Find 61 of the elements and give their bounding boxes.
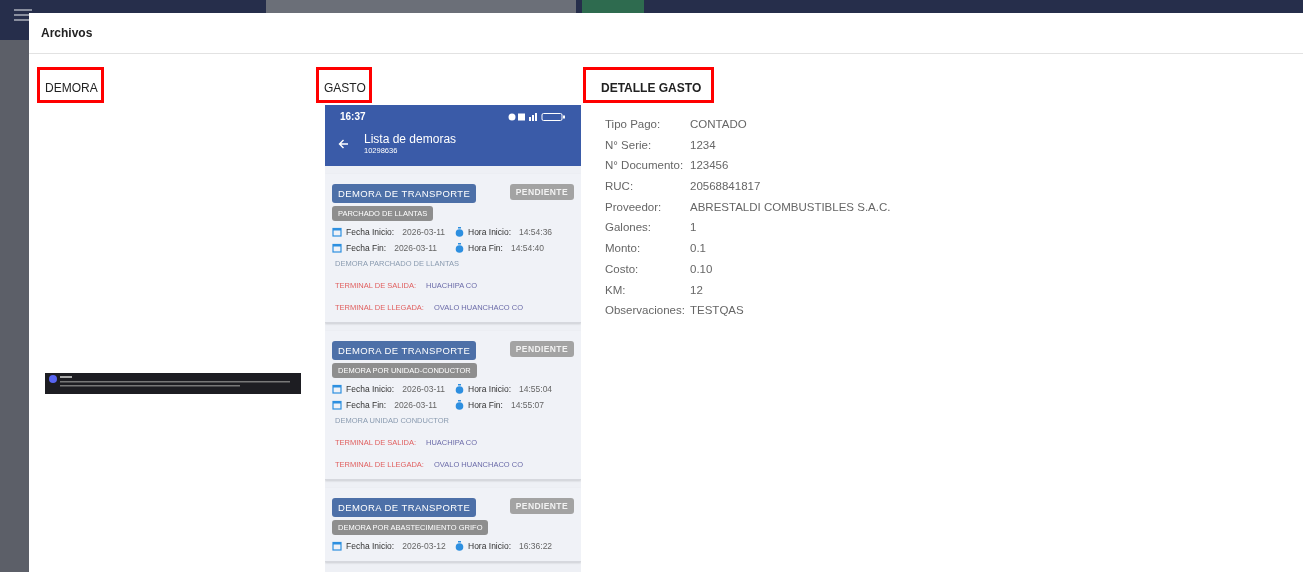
field-value: 14:55:04 — [519, 384, 553, 394]
calendar-icon — [332, 227, 342, 237]
field-label: Tipo Pago: — [605, 118, 662, 130]
calendar-icon — [332, 243, 342, 253]
field-label: N° Documento: — [605, 159, 685, 172]
stopwatch-icon — [455, 384, 464, 394]
type-button[interactable]: DEMORA DE TRANSPORTE — [332, 498, 477, 517]
stopwatch-icon — [455, 243, 464, 253]
field-label: KM: — [605, 283, 627, 296]
section-heading: GASTO — [316, 67, 372, 103]
dialog-title: Archivos — [41, 26, 93, 40]
status-icons — [508, 112, 566, 121]
field-value: 123456 — [690, 159, 730, 172]
field-label: Fecha Inicio: — [346, 227, 395, 237]
field-label: Fecha Inicio: — [346, 541, 395, 551]
field-value: TESTQAS — [690, 304, 745, 317]
field-label: Galones: — [605, 221, 653, 234]
field-value: 2026-03-11 — [394, 243, 437, 253]
section-heading: DEMORA — [37, 67, 104, 103]
field-label: Hora Inicio: — [468, 541, 511, 551]
field-value: 12 — [690, 283, 704, 296]
field-value: ABRESTALDI COMBUSTIBLES S.A.C. — [690, 200, 892, 213]
type-button[interactable]: DEMORA DE TRANSPORTE — [332, 341, 477, 360]
field-value: 14:54:36 — [519, 227, 553, 237]
field-label: Monto: — [605, 242, 642, 255]
field-value: 0.1 — [690, 242, 707, 255]
field-label: RUC: — [605, 180, 635, 193]
field-label: Fecha Fin: — [346, 400, 387, 410]
stopwatch-icon — [455, 541, 464, 551]
field-value: 2026-03-11 — [402, 384, 446, 394]
field-value: 14:54:40 — [510, 243, 545, 253]
field-value: 1234 — [690, 138, 717, 151]
stopwatch-icon — [455, 400, 464, 410]
calendar-icon — [332, 384, 342, 394]
field-value: 1 — [690, 221, 698, 234]
screen-title: Lista de demoras — [364, 132, 457, 146]
status-time: 16:37 — [340, 111, 366, 122]
stopwatch-icon — [455, 227, 464, 237]
field-label: Proveedor: — [605, 200, 663, 213]
field-label: Fecha Fin: — [346, 243, 387, 253]
back-arrow-icon[interactable] — [338, 138, 349, 149]
calendar-icon — [332, 541, 342, 551]
calendar-icon — [332, 400, 342, 410]
field-value: 2026-03-11 — [394, 400, 437, 410]
field-label: Costo: — [605, 262, 640, 275]
field-label: Hora Inicio: — [468, 227, 511, 237]
field-value: 0.10 — [690, 262, 714, 275]
type-button[interactable]: DEMORA DE TRANSPORTE — [332, 184, 477, 203]
field-label: Hora Fin: — [468, 243, 503, 253]
field-value: 2026-03-11 — [402, 227, 446, 237]
field-value: 14:55:07 — [510, 400, 545, 410]
field-label: N° Serie: — [605, 138, 653, 151]
field-value: 20568841817 — [690, 180, 762, 193]
field-value: CONTADO — [690, 118, 748, 130]
field-value: 2026-03-12 — [402, 541, 446, 551]
field-value: 16:36:22 — [519, 541, 553, 551]
field-label: Fecha Inicio: — [346, 384, 395, 394]
field-label: Hora Fin: — [468, 400, 503, 410]
field-label: Observaciones: — [605, 304, 686, 317]
field-label: Hora Inicio: — [468, 384, 511, 394]
section-heading: DETALLE GASTO — [583, 67, 715, 103]
